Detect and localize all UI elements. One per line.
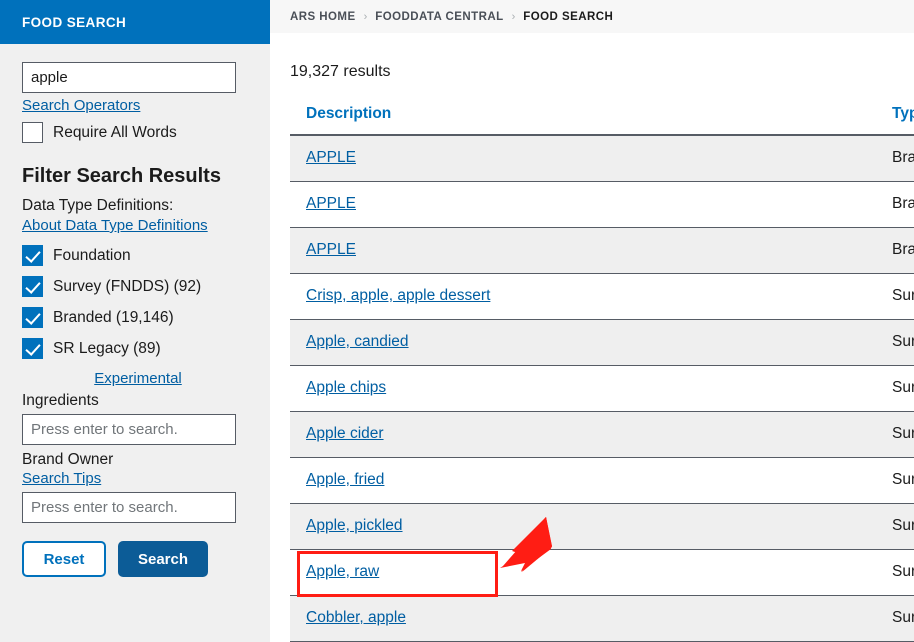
filter-search-results-heading: Filter Search Results (22, 165, 221, 187)
ingredients-label: Ingredients (22, 392, 99, 409)
about-data-type-definitions-link[interactable]: About Data Type Definitions (22, 217, 208, 234)
data-type-filter-branded[interactable]: Branded (19,146) (22, 307, 248, 328)
cell-description: Apple chips (290, 365, 876, 412)
cell-type: Branded (876, 135, 914, 182)
table-row[interactable]: APPLE Branded (290, 135, 914, 182)
survey-label: Survey (FNDDS) (92) (53, 277, 202, 295)
main-content: ARS HOME › FOODDATA CENTRAL › FOOD SEARC… (270, 0, 914, 642)
table-row[interactable]: Apple, pickled Survey (FNDDS) (290, 503, 914, 550)
brand-owner-input[interactable] (22, 492, 236, 523)
cell-type: Survey (FNDDS) (876, 365, 914, 412)
breadcrumb-item-fooddata-central[interactable]: FOODDATA CENTRAL (375, 11, 503, 23)
sidebar-body: Search Operators Require All Words Filte… (0, 44, 270, 577)
results-count: 19,327 results (290, 63, 391, 80)
breadcrumb-item-food-search: FOOD SEARCH (523, 10, 614, 23)
brand-owner-label: Brand Owner (22, 451, 114, 468)
branded-label: Branded (19,146) (53, 308, 174, 326)
cell-description: Apple, candied (290, 319, 876, 366)
foundation-checkbox[interactable] (22, 245, 43, 266)
cell-description: APPLE (290, 135, 876, 182)
cell-description: Apple cider (290, 411, 876, 458)
cell-description: Apple, fried (290, 457, 876, 504)
result-link[interactable]: Apple, fried (306, 471, 384, 488)
experimental-link-wrapper: Experimental (22, 370, 248, 388)
search-operators-link[interactable]: Search Operators (22, 97, 140, 114)
sidebar-header: FOOD SEARCH (0, 0, 270, 44)
foundation-label: Foundation (53, 246, 131, 264)
breadcrumb: ARS HOME › FOODDATA CENTRAL › FOOD SEARC… (270, 0, 914, 33)
cell-type: Survey (FNDDS) (876, 457, 914, 504)
table-row[interactable]: APPLE Branded (290, 227, 914, 274)
cell-type: Survey (FNDDS) (876, 319, 914, 366)
sr-legacy-label: SR Legacy (89) (53, 339, 161, 357)
require-all-words-checkbox[interactable] (22, 122, 43, 143)
result-link-apple-raw[interactable]: Apple, raw (306, 563, 379, 580)
cell-type: Survey (FNDDS) (876, 549, 914, 596)
cell-type: Survey (FNDDS) (876, 595, 914, 642)
sidebar-title: FOOD SEARCH (22, 14, 127, 30)
keyword-search-input[interactable] (22, 62, 236, 93)
cell-description: Apple, pickled (290, 503, 876, 550)
cell-type: Branded (876, 181, 914, 228)
results-table-header-row: Description Type (290, 105, 914, 136)
result-link[interactable]: Crisp, apple, apple dessert (306, 287, 490, 304)
table-row-apple-raw[interactable]: Apple, raw Survey (FNDDS) (290, 549, 914, 596)
table-row[interactable]: Apple cider Survey (FNDDS) (290, 411, 914, 458)
result-link[interactable]: APPLE (306, 149, 356, 166)
result-link[interactable]: APPLE (306, 195, 356, 212)
table-row[interactable]: Apple chips Survey (FNDDS) (290, 365, 914, 412)
ingredients-input[interactable] (22, 414, 236, 445)
table-row[interactable]: Cobbler, apple Survey (FNDDS) (290, 595, 914, 642)
cell-description: Apple, raw (290, 549, 876, 596)
cell-type: Survey (FNDDS) (876, 411, 914, 458)
column-header-description[interactable]: Description (290, 105, 876, 136)
result-link[interactable]: Cobbler, apple (306, 609, 406, 626)
column-header-type[interactable]: Type (876, 105, 914, 136)
result-link[interactable]: Apple, candied (306, 333, 409, 350)
survey-checkbox[interactable] (22, 276, 43, 297)
results-table-body: APPLE Branded APPLE Branded APPLE Brande… (290, 135, 914, 642)
page-root: FOOD SEARCH Search Operators Require All… (0, 0, 914, 642)
result-link[interactable]: Apple cider (306, 425, 384, 442)
breadcrumb-separator-icon: › (363, 10, 368, 23)
data-type-filter-survey[interactable]: Survey (FNDDS) (92) (22, 276, 248, 297)
reset-button[interactable]: Reset (22, 541, 106, 577)
search-tips-link[interactable]: Search Tips (22, 470, 101, 487)
sidebar: FOOD SEARCH Search Operators Require All… (0, 0, 270, 642)
cell-description: APPLE (290, 181, 876, 228)
result-link[interactable]: APPLE (306, 241, 356, 258)
sidebar-button-row: Reset Search (22, 541, 248, 577)
data-type-filter-foundation[interactable]: Foundation (22, 245, 248, 266)
experimental-link[interactable]: Experimental (94, 370, 182, 387)
data-type-definitions-label: Data Type Definitions: (22, 197, 174, 214)
cell-description: Crisp, apple, apple dessert (290, 273, 876, 320)
result-link[interactable]: Apple, pickled (306, 517, 403, 534)
table-row[interactable]: Apple, fried Survey (FNDDS) (290, 457, 914, 504)
results-table: Description Type APPLE Branded APPLE Bra… (290, 105, 914, 642)
search-button[interactable]: Search (118, 541, 208, 577)
cell-type: Survey (FNDDS) (876, 503, 914, 550)
cell-description: Cobbler, apple (290, 595, 876, 642)
result-link[interactable]: Apple chips (306, 379, 386, 396)
branded-checkbox[interactable] (22, 307, 43, 328)
cell-description: APPLE (290, 227, 876, 274)
table-row[interactable]: Apple, candied Survey (FNDDS) (290, 319, 914, 366)
breadcrumb-separator-icon: › (511, 10, 516, 23)
cell-type: Branded (876, 227, 914, 274)
cell-type: Survey (FNDDS) (876, 273, 914, 320)
table-row[interactable]: APPLE Branded (290, 181, 914, 228)
breadcrumb-item-ars-home[interactable]: ARS HOME (290, 11, 356, 23)
data-type-filter-list: Foundation Survey (FNDDS) (92) Branded (… (22, 245, 248, 359)
require-all-words-row[interactable]: Require All Words (22, 122, 248, 143)
results-table-head: Description Type (290, 105, 914, 136)
require-all-words-label: Require All Words (53, 123, 177, 141)
table-row[interactable]: Crisp, apple, apple dessert Survey (FNDD… (290, 273, 914, 320)
data-type-filter-sr-legacy[interactable]: SR Legacy (89) (22, 338, 248, 359)
sr-legacy-checkbox[interactable] (22, 338, 43, 359)
